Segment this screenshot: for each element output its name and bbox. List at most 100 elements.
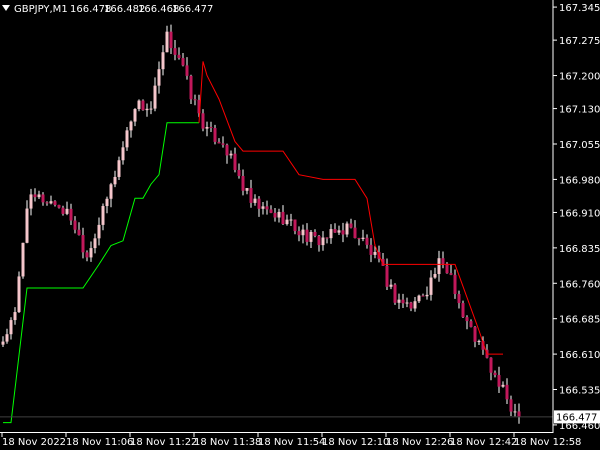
candle-body: [73, 220, 77, 230]
candle-body: [257, 198, 261, 209]
candle-body: [413, 301, 417, 309]
candle-body: [353, 227, 357, 239]
time-tick-label: 18 Nov 11:54: [258, 437, 325, 448]
candle-body: [237, 169, 241, 177]
candle-body: [497, 375, 501, 387]
candle-body: [453, 274, 457, 295]
candle-body: [501, 384, 505, 387]
candle-body: [265, 206, 269, 210]
price-tick-label: 167.130: [559, 105, 600, 116]
candle-body: [173, 48, 177, 55]
candle-body: [225, 144, 229, 156]
candle-body: [405, 302, 409, 304]
candle-body: [233, 153, 237, 170]
candle-body: [101, 206, 105, 225]
candle-body: [361, 237, 365, 240]
candle-body: [509, 399, 513, 412]
candle-body: [121, 147, 125, 161]
candle-body: [517, 411, 521, 417]
price-tick-label: 166.535: [559, 386, 600, 397]
price-tick-label: 166.760: [559, 279, 600, 290]
candle-body: [389, 284, 393, 287]
candle-body: [341, 230, 345, 235]
candle-body: [161, 52, 165, 70]
candle-body: [261, 206, 265, 209]
candle-body: [445, 263, 449, 274]
candle-body: [373, 251, 377, 255]
candle-body: [289, 219, 293, 221]
candle-body: [113, 176, 117, 185]
ohlc-close: 166.477: [172, 4, 213, 15]
time-tick-label: 18 Nov 11:06: [66, 437, 133, 448]
candle-body: [1, 341, 5, 345]
candle-body: [141, 100, 145, 111]
candle-body: [441, 258, 445, 264]
candle-body: [301, 229, 305, 236]
candle-body: [125, 130, 129, 148]
candle-body: [25, 208, 29, 243]
candle-body: [9, 320, 13, 335]
price-tick-label: 166.685: [559, 315, 600, 326]
candle-body: [165, 31, 169, 53]
candle-body: [57, 204, 61, 208]
candle-body: [321, 237, 325, 246]
candle-body: [313, 231, 317, 236]
price-tick-label: 167.055: [559, 140, 600, 151]
candle-body: [329, 229, 333, 239]
candle-body: [137, 100, 141, 110]
time-tick-label: 18 Nov 2022: [2, 437, 66, 448]
candle-body: [269, 209, 273, 213]
price-tick-label: 166.610: [559, 350, 600, 361]
candle-body: [229, 153, 233, 156]
current-price-label: 166.477: [556, 412, 597, 423]
candle-body: [457, 294, 461, 304]
price-tick-label: 167.275: [559, 36, 600, 47]
candle-body: [145, 108, 149, 111]
candle-body: [5, 334, 9, 342]
candle-body: [241, 176, 245, 191]
candle-body: [333, 229, 337, 233]
price-tick-label: 166.835: [559, 244, 600, 255]
time-tick-label: 18 Nov 12:42: [450, 437, 517, 448]
candle-body: [417, 295, 421, 302]
candle-body: [277, 211, 281, 218]
candle-body: [189, 75, 193, 100]
candle-body: [221, 143, 225, 145]
candle-body: [337, 230, 341, 233]
candle-body: [149, 108, 153, 110]
candle-body: [409, 302, 413, 309]
candle-body: [393, 284, 397, 303]
candle-body: [85, 252, 89, 258]
candle-body: [505, 384, 509, 400]
candle-body: [461, 303, 465, 318]
candle-body: [185, 65, 189, 76]
candle-body: [297, 231, 301, 236]
candle-body: [217, 141, 221, 144]
candle-body: [53, 201, 57, 205]
candle-body: [109, 184, 113, 199]
candle-body: [13, 312, 17, 321]
candle-body: [89, 248, 93, 258]
candle-body: [77, 229, 81, 236]
candle-body: [477, 341, 481, 343]
candle-body: [397, 299, 401, 303]
price-chart[interactable]: 167.345 167.275 167.200 167.130 167.055 166.9…: [0, 0, 600, 450]
candle-body: [37, 194, 41, 198]
time-tick-label: 18 Nov 11:22: [130, 437, 197, 448]
candle-body: [473, 326, 477, 342]
candle-body: [401, 299, 405, 304]
candle-body: [205, 126, 209, 129]
candle-body: [385, 265, 389, 287]
time-tick-label: 18 Nov 11:38: [194, 437, 261, 448]
candle-body: [425, 294, 429, 297]
symbol-label: GBPJPY,M1: [14, 4, 68, 15]
candle-body: [465, 317, 469, 322]
current-price-box: 166.477: [554, 410, 600, 424]
candle-body: [369, 244, 373, 255]
candle-body: [285, 219, 289, 225]
candle-body: [253, 198, 257, 203]
candle-body: [437, 258, 441, 275]
chart-header: GBPJPY,M1 166.478 166.482 166.468 166.47…: [2, 4, 213, 15]
candle-body: [81, 235, 85, 253]
candle-body: [97, 224, 101, 239]
